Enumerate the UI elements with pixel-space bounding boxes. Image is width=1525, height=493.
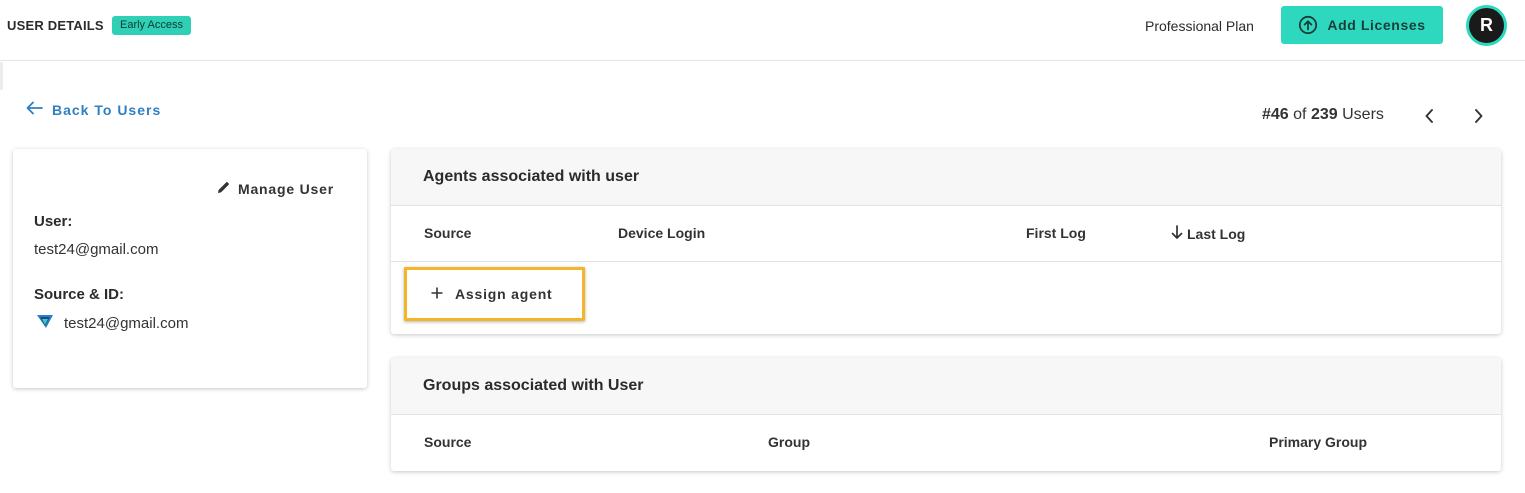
plan-label: Professional Plan (1145, 18, 1254, 34)
page-title: USER DETAILS (7, 18, 104, 33)
groups-table-header: Source Group Primary Group (391, 415, 1501, 471)
user-total: 239 (1310, 106, 1338, 123)
column-group-source[interactable]: Source (424, 434, 471, 450)
source-id-label: Source & ID: (34, 286, 125, 303)
agents-title: Agents associated with user (423, 168, 640, 185)
pencil-icon (217, 181, 230, 197)
manage-user-label: Manage User (238, 181, 334, 197)
add-licenses-label: Add Licenses (1327, 17, 1426, 33)
user-label: User: (34, 213, 73, 230)
user-info-card: Manage User User: test24@gmail.com Sourc… (13, 149, 367, 388)
arrow-left-icon (26, 101, 43, 118)
chevron-right-icon (1475, 109, 1483, 123)
source-id-value: test24@gmail.com (64, 314, 189, 332)
left-edge-divider (0, 62, 3, 90)
agents-card: Agents associated with user Source Devic… (391, 149, 1501, 334)
top-bar: USER DETAILS Early Access Professional P… (0, 0, 1525, 61)
plus-icon (431, 286, 443, 302)
agents-table-header: Source Device Login First Log Last Log (391, 206, 1501, 262)
column-last-log[interactable]: Last Log (1171, 225, 1245, 243)
groups-title: Groups associated with User (423, 377, 644, 394)
assign-agent-label: Assign agent (455, 286, 553, 302)
back-to-users-label: Back To Users (52, 101, 162, 118)
user-position-counter: #46 of 239 Users (1262, 106, 1384, 124)
avatar[interactable]: R (1466, 5, 1507, 46)
source-logo-icon (36, 313, 54, 333)
source-id-row: test24@gmail.com (36, 313, 188, 333)
column-primary-group[interactable]: Primary Group (1269, 434, 1367, 450)
column-group[interactable]: Group (768, 434, 810, 450)
last-log-label: Last Log (1187, 226, 1246, 242)
column-source[interactable]: Source (424, 225, 471, 241)
user-email: test24@gmail.com (34, 241, 159, 258)
add-licenses-button[interactable]: Add Licenses (1281, 6, 1443, 44)
upload-circle-icon (1298, 15, 1318, 35)
of-label: of (1293, 106, 1307, 123)
user-position: #46 (1262, 106, 1289, 123)
manage-user-button[interactable]: Manage User (217, 181, 334, 197)
next-user-button[interactable] (1471, 108, 1485, 124)
users-label: Users (1342, 106, 1384, 123)
column-device-login[interactable]: Device Login (618, 225, 705, 241)
chevron-left-icon (1425, 109, 1433, 123)
previous-user-button[interactable] (1423, 108, 1437, 124)
assign-agent-button[interactable]: Assign agent (404, 267, 585, 321)
groups-card: Groups associated with User Source Group… (391, 358, 1501, 471)
agents-card-header: Agents associated with user (391, 149, 1501, 206)
early-access-badge: Early Access (112, 16, 191, 35)
back-to-users-link[interactable]: Back To Users (26, 101, 161, 118)
groups-card-header: Groups associated with User (391, 358, 1501, 415)
column-first-log[interactable]: First Log (1026, 225, 1086, 241)
arrow-down-sort-icon (1171, 225, 1183, 243)
